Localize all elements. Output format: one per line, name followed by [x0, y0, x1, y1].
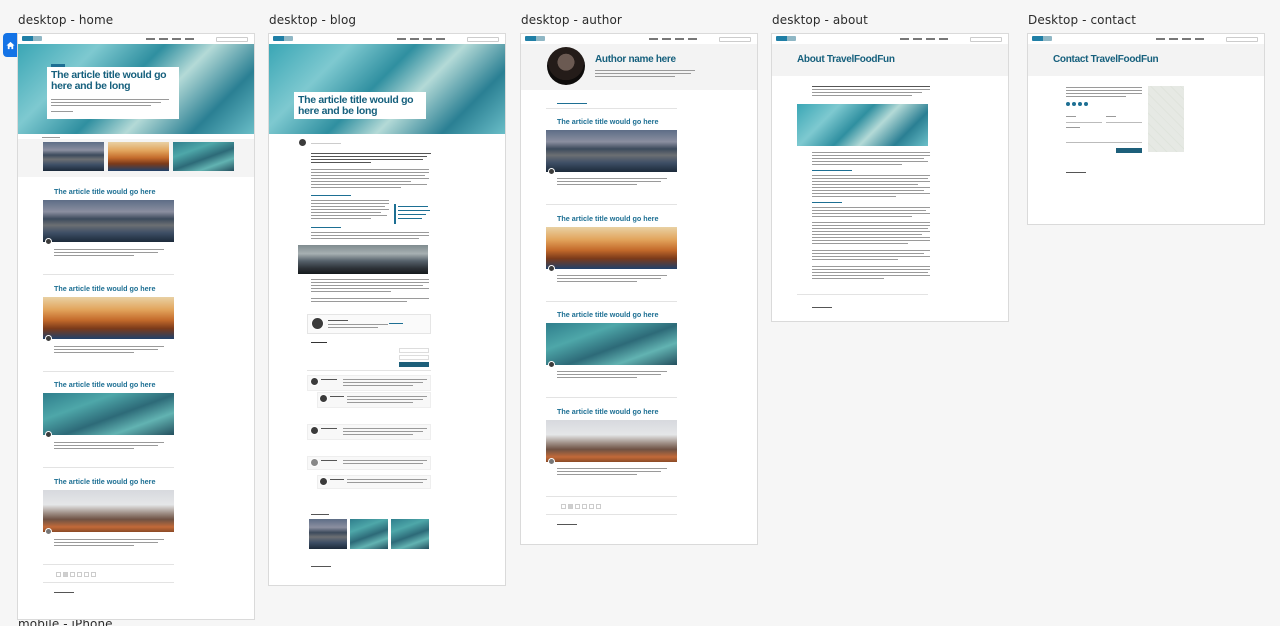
- card-title-1: The article title would go here: [54, 187, 156, 196]
- author-card-title-3: The article title would go here: [557, 310, 659, 319]
- author-card-title-4: The article title would go here: [557, 407, 659, 416]
- artboard-label-about[interactable]: desktop - about: [772, 13, 868, 27]
- author-card-title-1: The article title would go here: [557, 117, 659, 126]
- search-input: [1226, 37, 1258, 42]
- logo: [22, 36, 42, 41]
- card-image-3: [43, 393, 174, 435]
- author-card-image-4: [546, 420, 677, 462]
- author-card-image-3: [546, 323, 677, 365]
- card-image-4: [43, 490, 174, 532]
- related-image-3: [391, 519, 429, 549]
- search-input: [719, 37, 751, 42]
- hero-title: The article title would go here and be l…: [51, 69, 167, 93]
- artboard-about[interactable]: About TravelFoodFun: [771, 33, 1009, 322]
- feature-image-1: [43, 142, 104, 171]
- artboard-label-author[interactable]: desktop - author: [521, 13, 622, 27]
- about-image: [797, 104, 928, 146]
- card-title-4: The article title would go here: [54, 477, 156, 486]
- card-image-2: [43, 297, 174, 339]
- home-icon: [6, 41, 15, 49]
- home-artboard-tab[interactable]: [3, 33, 18, 57]
- author-name: Author name here: [595, 54, 676, 65]
- artboard-contact[interactable]: Contact TravelFoodFun: [1027, 33, 1265, 225]
- artboard-author[interactable]: Author name here The article title would…: [520, 33, 758, 545]
- about-nav: [772, 34, 1008, 44]
- blog-hero-image: [269, 44, 505, 134]
- logo: [1032, 36, 1052, 41]
- home-nav: [18, 34, 254, 44]
- blog-nav: [269, 34, 505, 44]
- artboard-label-contact[interactable]: Desktop - contact: [1028, 13, 1136, 27]
- card-title-3: The article title would go here: [54, 380, 156, 389]
- feature-image-2: [108, 142, 169, 171]
- blog-title-card: The article title would go here and be l…: [294, 92, 426, 119]
- card-title-2: The article title would go here: [54, 284, 156, 293]
- search-input: [970, 37, 1002, 42]
- logo: [525, 36, 545, 41]
- logo: [273, 36, 293, 41]
- comment-submit-button[interactable]: [399, 362, 429, 367]
- author-card-title-2: The article title would go here: [557, 214, 659, 223]
- card-image-1: [43, 200, 174, 242]
- contact-submit-button[interactable]: [1116, 148, 1142, 153]
- author-nav: [521, 34, 757, 44]
- search-input: [216, 37, 248, 42]
- author-avatar: [547, 47, 585, 85]
- search-input: [467, 37, 499, 42]
- artboard-blog[interactable]: The article title would go here and be l…: [268, 33, 506, 586]
- artboard-label-blog[interactable]: desktop - blog: [269, 13, 356, 27]
- blog-hero-title: The article title would go here and be l…: [298, 94, 414, 118]
- contact-heading: Contact TravelFoodFun: [1053, 54, 1159, 65]
- logo: [776, 36, 796, 41]
- author-card-image-2: [546, 227, 677, 269]
- related-image-1: [309, 519, 347, 549]
- contact-nav: [1028, 34, 1264, 44]
- artboard-home[interactable]: The article title would go here and be l…: [17, 33, 255, 620]
- hero-title-card: The article title would go here and be l…: [47, 67, 179, 119]
- related-image-2: [350, 519, 388, 549]
- feature-image-3: [173, 142, 234, 171]
- author-card-image-1: [546, 130, 677, 172]
- artboard-label-home[interactable]: desktop - home: [18, 13, 113, 27]
- about-heading: About TravelFoodFun: [797, 54, 895, 65]
- blog-inline-image: [298, 245, 428, 274]
- contact-map: [1148, 86, 1184, 152]
